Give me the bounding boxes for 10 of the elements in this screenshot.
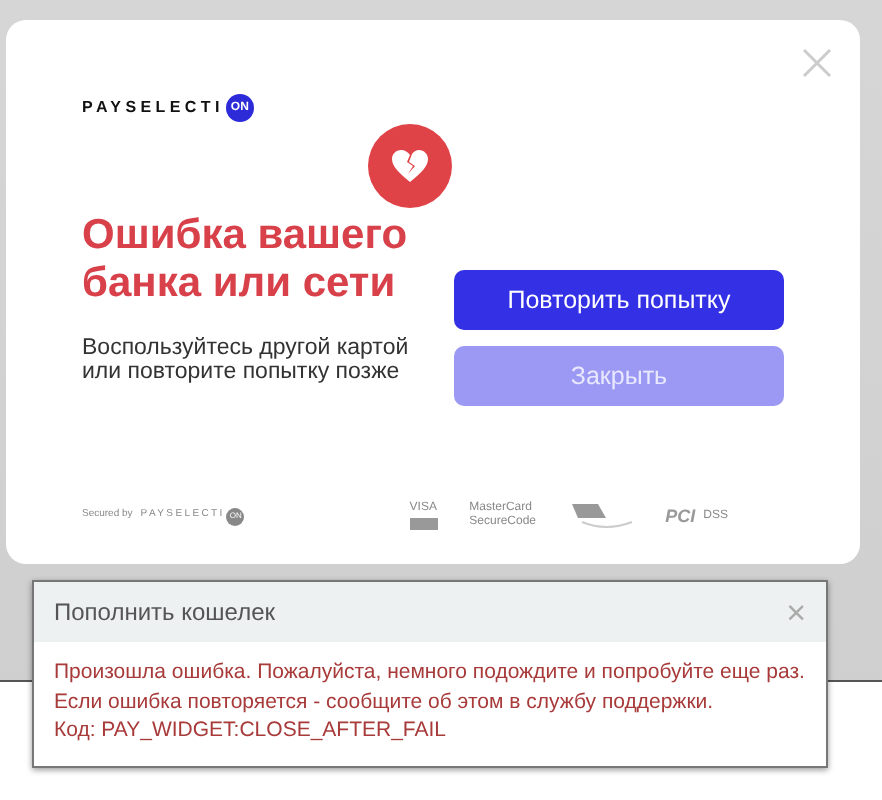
card-network-icon <box>569 502 634 530</box>
close-button[interactable]: × <box>786 595 806 629</box>
retry-button[interactable]: Повторить попытку <box>454 270 784 330</box>
error-title: Ошибка вашего банка или сети <box>82 212 410 308</box>
close-button[interactable]: Закрыть <box>454 346 784 406</box>
error-message: Воспользуйтесь другой картой или повторите попытку позже <box>82 336 411 384</box>
dialog-title: Пополнить кошелек <box>54 596 276 630</box>
close-icon[interactable] <box>802 48 832 78</box>
error-code: Код: PAY_WIDGET:CLOSE_AFTER_FAIL <box>54 716 449 745</box>
error-text: Произошла ошибка. Пожалуйста, немного подождите и попробуйте еще раз. Если ошибка повторяется - сообщите об этом в службу поддержки. <box>54 658 806 716</box>
